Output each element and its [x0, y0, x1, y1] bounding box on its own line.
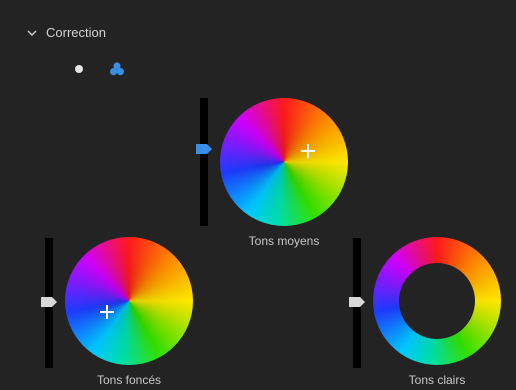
midtones-color-wheel[interactable] [220, 98, 348, 226]
highlights-luminance-slider[interactable] [349, 238, 365, 368]
highlights-label: Tons clairs [408, 373, 466, 387]
correction-panel: Correction Tons moyens Tons foncés Tons … [0, 0, 516, 390]
chevron-down-icon[interactable] [26, 26, 38, 38]
shadows-label: Tons foncés [96, 373, 162, 387]
dot-icon [75, 65, 83, 73]
midtones-slider-handle[interactable] [196, 144, 212, 154]
midtones-label: Tons moyens [248, 234, 320, 248]
highlights-wheel-center [399, 263, 475, 339]
three-circles-icon [110, 62, 124, 76]
section-title: Correction [46, 24, 106, 40]
highlights-color-wheel[interactable] [373, 237, 501, 365]
shadows-slider-handle[interactable] [41, 297, 57, 307]
three-wheels-mode-button[interactable] [108, 60, 126, 78]
midtones-luminance-slider[interactable] [196, 98, 212, 226]
section-header[interactable]: Correction [26, 22, 106, 42]
highlights-slider-handle[interactable] [349, 297, 365, 307]
shadows-color-wheel[interactable] [65, 237, 193, 365]
single-wheel-mode-button[interactable] [70, 60, 88, 78]
midtones-crosshair-icon[interactable] [301, 144, 315, 158]
shadows-luminance-slider[interactable] [41, 238, 57, 368]
shadows-crosshair-icon[interactable] [100, 305, 114, 319]
